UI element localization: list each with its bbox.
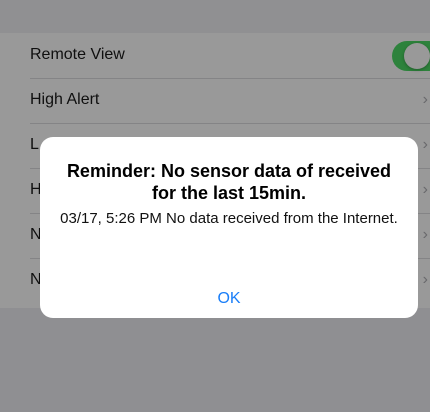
reminder-alert-dialog: Reminder: No sensor data of received for… xyxy=(40,137,418,318)
alert-message: 03/17, 5:26 PM No data received from the… xyxy=(60,210,398,227)
ok-button[interactable]: OK xyxy=(40,287,418,311)
alert-title: Reminder: No sensor data of received for… xyxy=(66,161,392,203)
